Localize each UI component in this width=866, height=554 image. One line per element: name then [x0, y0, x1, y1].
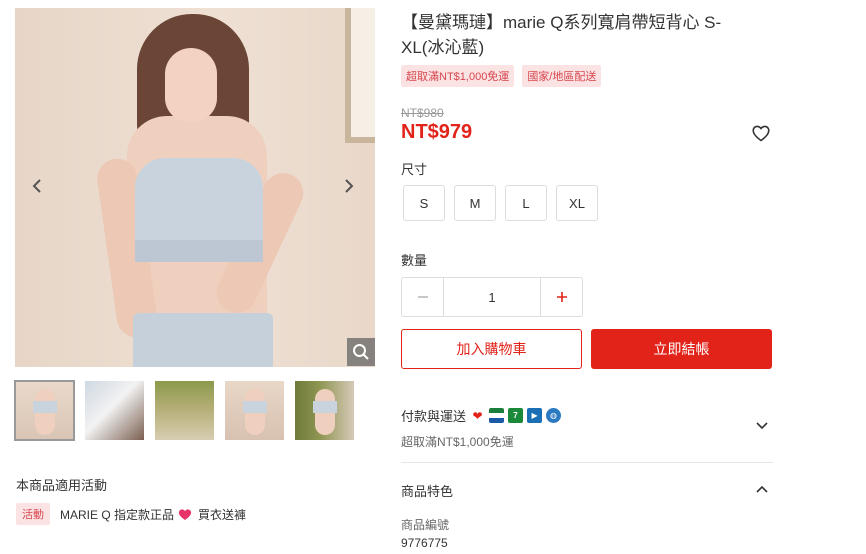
- promotion-item[interactable]: 活動 MARIE Q 指定款正品 買衣送褲: [16, 503, 246, 525]
- buy-now-button[interactable]: 立即結帳: [591, 329, 772, 369]
- chevron-up-icon: [756, 485, 768, 493]
- size-label: 尺寸: [401, 162, 428, 177]
- region-delivery-badge: 國家/地區配送: [522, 65, 602, 87]
- zoom-button[interactable]: [347, 338, 375, 366]
- size-options: S M L XL: [403, 185, 598, 221]
- magnifier-icon: [353, 344, 369, 360]
- product-code-value: 9776775: [401, 536, 448, 550]
- chevron-right-icon: [345, 179, 354, 193]
- promotion-tag: 活動: [16, 503, 50, 525]
- thumbnail-strip: [14, 380, 354, 441]
- quantity-input[interactable]: 1: [444, 278, 540, 316]
- main-product-image[interactable]: [15, 8, 375, 367]
- promotion-text: MARIE Q 指定款正品: [60, 507, 175, 522]
- payment-shipping-title: 付款與運送: [401, 409, 467, 424]
- quantity-stepper: 1: [401, 277, 583, 317]
- picture-frame-decoration: [345, 8, 375, 143]
- plus-icon: [556, 292, 567, 302]
- next-image-button[interactable]: [338, 177, 358, 197]
- sale-price: NT$979: [401, 121, 473, 143]
- badge-row: 超取滿NT$1,000免運 國家/地區配送: [401, 65, 602, 87]
- ok-mart-icon: ▶: [527, 408, 543, 423]
- thumbnail-3[interactable]: [155, 381, 214, 440]
- model-bottom: [133, 313, 273, 367]
- model-face: [165, 48, 217, 122]
- thumbnail-2[interactable]: [85, 381, 144, 440]
- thumbnail-1[interactable]: [14, 380, 75, 441]
- section-divider: [401, 462, 773, 463]
- chevron-down-icon: [756, 422, 768, 430]
- model-bra-band: [135, 240, 263, 262]
- original-price: NT$980: [401, 106, 444, 120]
- size-option-m[interactable]: M: [454, 185, 496, 221]
- collapse-features-button[interactable]: [755, 481, 769, 499]
- 7-eleven-icon: 7: [508, 408, 524, 423]
- free-shipping-badge: 超取滿NT$1,000免運: [401, 65, 515, 87]
- payment-shipping-header[interactable]: 付款與運送 ❤ 7 ▶ ◍: [401, 406, 562, 425]
- globe-icon: ◍: [546, 408, 562, 423]
- familymart-icon: [489, 408, 505, 423]
- features-title: 商品特色: [401, 484, 454, 499]
- size-option-l[interactable]: L: [505, 185, 547, 221]
- thumb-figure-top: [33, 401, 57, 413]
- minus-icon: [417, 296, 428, 298]
- thumb-figure-top: [313, 401, 337, 413]
- promotions-title: 本商品適用活動: [16, 478, 108, 493]
- size-option-xl[interactable]: XL: [556, 185, 598, 221]
- quantity-label: 數量: [401, 253, 428, 268]
- thumbnail-5[interactable]: [295, 381, 354, 440]
- prev-image-button[interactable]: [28, 177, 48, 197]
- thumbnail-4[interactable]: [225, 381, 284, 440]
- add-to-cart-button[interactable]: 加入購物車: [401, 329, 582, 369]
- promotion-suffix: 買衣送褲: [198, 507, 247, 522]
- hilife-icon: ❤: [470, 408, 486, 423]
- product-code-label: 商品編號: [401, 518, 450, 532]
- wishlist-button[interactable]: [750, 122, 772, 144]
- decrease-quantity-button[interactable]: [402, 278, 444, 316]
- product-title: 【曼黛瑪璉】marie Q系列寬肩帶短背心 S-XL(冰沁藍): [401, 13, 722, 57]
- heart-icon: [178, 508, 192, 520]
- thumb-figure-top: [243, 401, 267, 413]
- size-option-s[interactable]: S: [403, 185, 445, 221]
- payment-shipping-subtitle: 超取滿NT$1,000免運: [401, 435, 514, 449]
- increase-quantity-button[interactable]: [540, 278, 582, 316]
- chevron-left-icon: [32, 179, 41, 193]
- heart-outline-icon: [752, 125, 770, 142]
- expand-shipping-button[interactable]: [755, 418, 769, 436]
